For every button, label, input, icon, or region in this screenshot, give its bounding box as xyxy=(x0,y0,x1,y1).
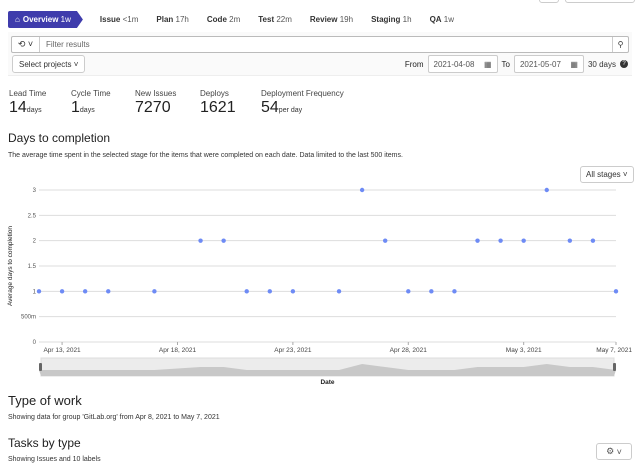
stage-qa[interactable]: QA 1w xyxy=(430,15,454,24)
filter-bar: ⟲ ˅ Filter results ⚲ Select projects ˅ F… xyxy=(8,32,632,76)
data-point xyxy=(336,289,342,294)
select-projects-dropdown[interactable]: Select projects ˅ xyxy=(12,55,86,73)
data-point xyxy=(498,238,503,243)
y-tick-label: 3 xyxy=(33,188,37,194)
stage-plan[interactable]: Plan 17h xyxy=(156,15,189,24)
data-point xyxy=(383,238,388,243)
stage-staging[interactable]: Staging 1h xyxy=(371,15,411,24)
data-point xyxy=(290,289,296,294)
metric-cycle-time: Cycle Time 1days xyxy=(71,89,111,116)
data-point xyxy=(452,289,457,294)
data-point xyxy=(82,289,88,294)
x-tick-label: Apr 23, 2021 xyxy=(274,347,312,354)
from-date-input[interactable]: 2021-04-08 ▦ xyxy=(427,55,498,73)
stage-overview[interactable]: ⌂ Overview 1w xyxy=(8,11,83,28)
data-point xyxy=(613,289,619,294)
to-date-input[interactable]: 2021-05-07 ▦ xyxy=(513,55,584,73)
y-tick-label: 500m xyxy=(21,315,36,321)
data-point xyxy=(359,187,365,193)
days-count: 30 days xyxy=(587,59,616,69)
home-icon: ⌂ xyxy=(15,15,20,24)
zoom-handle-left[interactable] xyxy=(39,363,42,371)
data-point xyxy=(59,289,65,294)
search-input[interactable]: ⟲ ˅ Filter results ⚲ xyxy=(11,36,629,53)
x-tick-label: Apr 18, 2021 xyxy=(159,347,197,354)
settings-dropdown[interactable]: ⚙ ˅ xyxy=(596,443,632,460)
zoom-handle-right[interactable] xyxy=(613,363,616,371)
y-tick-label: 2 xyxy=(33,239,37,245)
days-to-completion-chart: 0 500m 1 1.5 2 2.5 3 Apr 13, 2021 Apr 18, 2021 Ap… xyxy=(7,187,632,385)
data-point xyxy=(544,187,549,193)
metric-new-issues: New Issues 7270 xyxy=(135,89,177,116)
data-point xyxy=(567,238,573,243)
stage-issue[interactable]: Issue <1m xyxy=(100,15,139,24)
type-of-work-description: Showing data for group 'GitLab.org' from… xyxy=(8,414,220,421)
data-point xyxy=(106,289,111,294)
calendar-icon: ▦ xyxy=(483,59,492,69)
from-label: From xyxy=(404,59,424,69)
x-tick-label: Apr 28, 2021 xyxy=(390,347,428,354)
x-tick-label: May 3, 2021 xyxy=(506,347,542,354)
y-tick-label: 1.5 xyxy=(28,264,37,270)
data-point xyxy=(198,238,203,243)
type-of-work-title: Type of work xyxy=(8,393,82,408)
stage-code[interactable]: Code 2m xyxy=(207,15,240,24)
to-label: To xyxy=(501,59,510,69)
history-icon[interactable]: ⟲ ˅ xyxy=(12,37,40,52)
completion-description: The average time spent in the selected s… xyxy=(8,152,403,159)
metric-lead-time: Lead Time 14days xyxy=(9,89,47,116)
data-point xyxy=(590,238,596,243)
help-icon[interactable]: ? xyxy=(620,60,628,68)
tasks-by-type-title: Tasks by type xyxy=(8,436,81,450)
data-point xyxy=(244,289,249,294)
x-tick-label: May 7, 2021 xyxy=(596,347,632,354)
top-button[interactable] xyxy=(539,0,559,3)
data-point xyxy=(152,289,157,294)
y-tick-label: 1 xyxy=(33,289,37,295)
data-point xyxy=(406,289,411,294)
top-button[interactable] xyxy=(565,0,635,3)
tasks-by-type-description: Showing Issues and 10 labels xyxy=(8,456,101,463)
stage-review[interactable]: Review 19h xyxy=(310,15,353,24)
y-tick-label: 0 xyxy=(33,340,37,346)
data-point xyxy=(521,238,526,243)
data-point xyxy=(221,238,226,243)
stage-test[interactable]: Test 22m xyxy=(258,15,292,24)
metric-deploys: Deploys 1621 xyxy=(200,89,236,116)
calendar-icon: ▦ xyxy=(570,59,578,69)
x-tick-label: Apr 13, 2021 xyxy=(43,347,81,354)
x-axis-label: Date xyxy=(320,379,334,385)
y-tick-label: 2.5 xyxy=(28,213,37,219)
stage-nav: ⌂ Overview 1w Issue <1m Plan 17h Code 2m … xyxy=(8,11,463,28)
data-point xyxy=(475,238,480,243)
data-point xyxy=(429,289,434,294)
data-point xyxy=(267,289,272,294)
gear-icon: ⚙ xyxy=(606,446,615,456)
metric-deployment-frequency: Deployment Frequency 54per day xyxy=(261,89,344,116)
data-point xyxy=(36,289,42,294)
search-icon[interactable]: ⚲ xyxy=(612,37,628,52)
y-axis-label: Average days to completion xyxy=(7,226,14,306)
completion-title: Days to completion xyxy=(8,131,111,145)
